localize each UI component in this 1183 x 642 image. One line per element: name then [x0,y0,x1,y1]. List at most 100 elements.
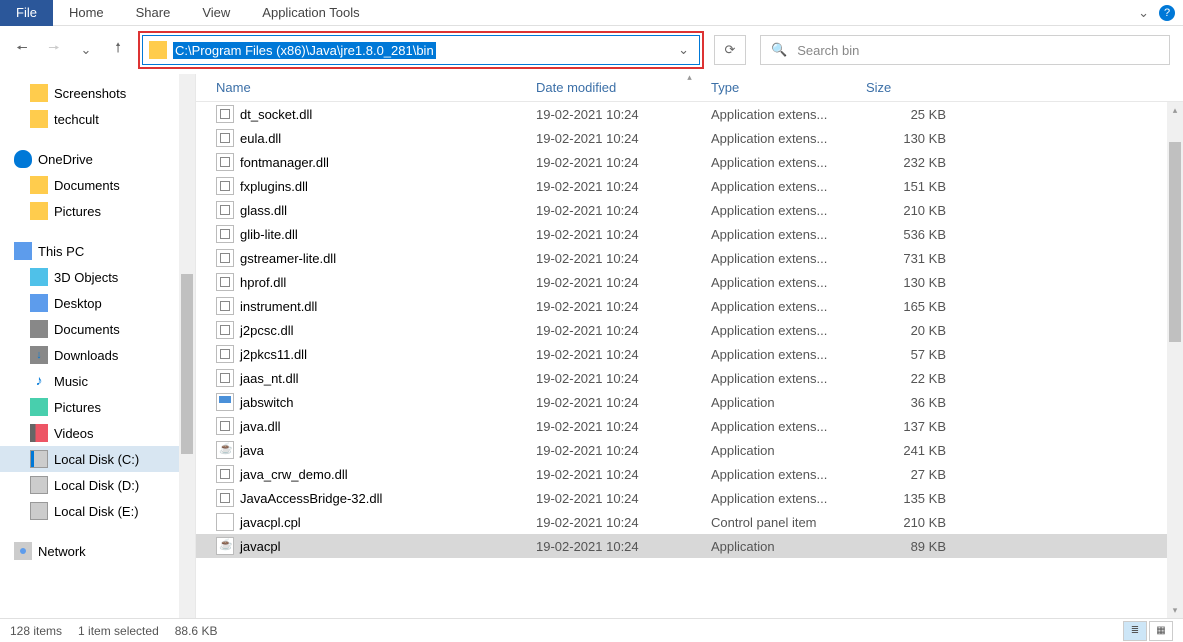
tab-file[interactable]: File [0,0,53,26]
file-row[interactable]: javacpl19-02-2021 10:24Application89 KB [196,534,1183,558]
file-size: 536 KB [866,227,956,242]
nav-pictures[interactable]: Pictures [0,394,195,420]
column-type[interactable]: Type [711,80,866,95]
file-row[interactable]: hprof.dll19-02-2021 10:24Application ext… [196,270,1183,294]
scrollbar-thumb[interactable] [1169,142,1181,342]
file-row[interactable]: java_crw_demo.dll19-02-2021 10:24Applica… [196,462,1183,486]
nav-local-disk-c[interactable]: Local Disk (C:) [0,446,195,472]
nav-onedrive-pictures[interactable]: Pictures [0,198,195,224]
file-icon [216,369,234,387]
file-date: 19-02-2021 10:24 [536,155,711,170]
address-dropdown-icon[interactable]: ⌄ [674,42,693,58]
recent-dropdown-icon[interactable]: ⌄ [72,36,100,64]
file-date: 19-02-2021 10:24 [536,203,711,218]
file-row[interactable]: instrument.dll19-02-2021 10:24Applicatio… [196,294,1183,318]
forward-button[interactable]: 🠖 [40,36,68,64]
file-icon [216,321,234,339]
column-date[interactable]: Date modified [536,80,711,95]
file-type: Application extens... [711,131,866,146]
address-path[interactable]: C:\Program Files (x86)\Java\jre1.8.0_281… [173,42,436,59]
file-row[interactable]: j2pkcs11.dll19-02-2021 10:24Application … [196,342,1183,366]
file-name: eula.dll [240,131,536,146]
file-icon [216,201,234,219]
nav-documents[interactable]: Documents [0,316,195,342]
file-row[interactable]: glib-lite.dll19-02-2021 10:24Application… [196,222,1183,246]
nav-music[interactable]: Music [0,368,195,394]
file-row[interactable]: glass.dll19-02-2021 10:24Application ext… [196,198,1183,222]
file-icon [216,345,234,363]
videos-icon [30,424,48,442]
help-icon[interactable]: ? [1159,5,1175,21]
file-name: java [240,443,536,458]
file-row[interactable]: jabswitch19-02-2021 10:24Application36 K… [196,390,1183,414]
file-list[interactable]: dt_socket.dll19-02-2021 10:24Application… [196,102,1183,618]
view-large-icons-button[interactable]: ▦ [1149,621,1173,641]
file-row[interactable]: j2pcsc.dll19-02-2021 10:24Application ex… [196,318,1183,342]
nav-local-disk-e[interactable]: Local Disk (E:) [0,498,195,524]
search-icon: 🔍 [771,42,787,58]
file-icon [216,129,234,147]
file-row[interactable]: dt_socket.dll19-02-2021 10:24Application… [196,102,1183,126]
file-type: Application extens... [711,107,866,122]
nav-local-disk-d[interactable]: Local Disk (D:) [0,472,195,498]
nav-3d-objects[interactable]: 3D Objects [0,264,195,290]
file-icon [216,105,234,123]
file-scrollbar[interactable]: ▴ ▾ [1167,102,1183,618]
nav-screenshots[interactable]: Screenshots [0,80,195,106]
ribbon-collapse-icon[interactable]: ⌄ [1128,5,1159,21]
nav-onedrive[interactable]: OneDrive [0,146,195,172]
file-row[interactable]: javacpl.cpl19-02-2021 10:24Control panel… [196,510,1183,534]
file-row[interactable]: jaas_nt.dll19-02-2021 10:24Application e… [196,366,1183,390]
navigation-pane[interactable]: Screenshots techcult OneDrive Documents … [0,74,196,618]
tab-home[interactable]: Home [53,1,120,24]
file-name: glass.dll [240,203,536,218]
nav-this-pc[interactable]: This PC [0,238,195,264]
file-date: 19-02-2021 10:24 [536,371,711,386]
column-size[interactable]: Size [866,80,956,95]
file-row[interactable]: fxplugins.dll19-02-2021 10:24Application… [196,174,1183,198]
file-row[interactable]: java.dll19-02-2021 10:24Application exte… [196,414,1183,438]
file-row[interactable]: gstreamer-lite.dll19-02-2021 10:24Applic… [196,246,1183,270]
downloads-icon [30,346,48,364]
nav-network[interactable]: Network [0,538,195,564]
file-type: Application extens... [711,275,866,290]
tab-share[interactable]: Share [120,1,187,24]
tab-application-tools[interactable]: Application Tools [246,1,375,24]
nav-scrollbar[interactable] [179,74,195,618]
status-selected-count: 1 item selected [78,624,159,638]
view-details-button[interactable]: ≣ [1123,621,1147,641]
file-icon [216,249,234,267]
scroll-down-icon[interactable]: ▾ [1167,602,1183,618]
file-name: java.dll [240,419,536,434]
file-row[interactable]: fontmanager.dll19-02-2021 10:24Applicati… [196,150,1183,174]
file-row[interactable]: JavaAccessBridge-32.dll19-02-2021 10:24A… [196,486,1183,510]
file-date: 19-02-2021 10:24 [536,179,711,194]
file-size: 731 KB [866,251,956,266]
search-input[interactable]: 🔍 Search bin [760,35,1170,65]
nav-videos[interactable]: Videos [0,420,195,446]
nav-onedrive-documents[interactable]: Documents [0,172,195,198]
desktop-icon [30,294,48,312]
address-bar[interactable]: C:\Program Files (x86)\Java\jre1.8.0_281… [142,35,700,65]
file-size: 210 KB [866,515,956,530]
file-row[interactable]: java19-02-2021 10:24Application241 KB [196,438,1183,462]
file-date: 19-02-2021 10:24 [536,227,711,242]
nav-downloads[interactable]: Downloads [0,342,195,368]
nav-techcult[interactable]: techcult [0,106,195,132]
back-button[interactable]: 🠔 [8,36,36,64]
file-name: j2pkcs11.dll [240,347,536,362]
file-name: hprof.dll [240,275,536,290]
refresh-button[interactable]: ⟳ [714,35,746,65]
disk-icon [30,476,48,494]
file-icon [216,393,234,411]
scroll-up-icon[interactable]: ▴ [1167,102,1183,118]
nav-desktop[interactable]: Desktop [0,290,195,316]
file-date: 19-02-2021 10:24 [536,539,711,554]
file-row[interactable]: eula.dll19-02-2021 10:24Application exte… [196,126,1183,150]
tab-view[interactable]: View [186,1,246,24]
file-size: 165 KB [866,299,956,314]
up-button[interactable]: 🠕 [104,36,132,64]
column-name[interactable]: Name [216,80,536,95]
file-size: 151 KB [866,179,956,194]
scrollbar-thumb[interactable] [181,274,193,454]
